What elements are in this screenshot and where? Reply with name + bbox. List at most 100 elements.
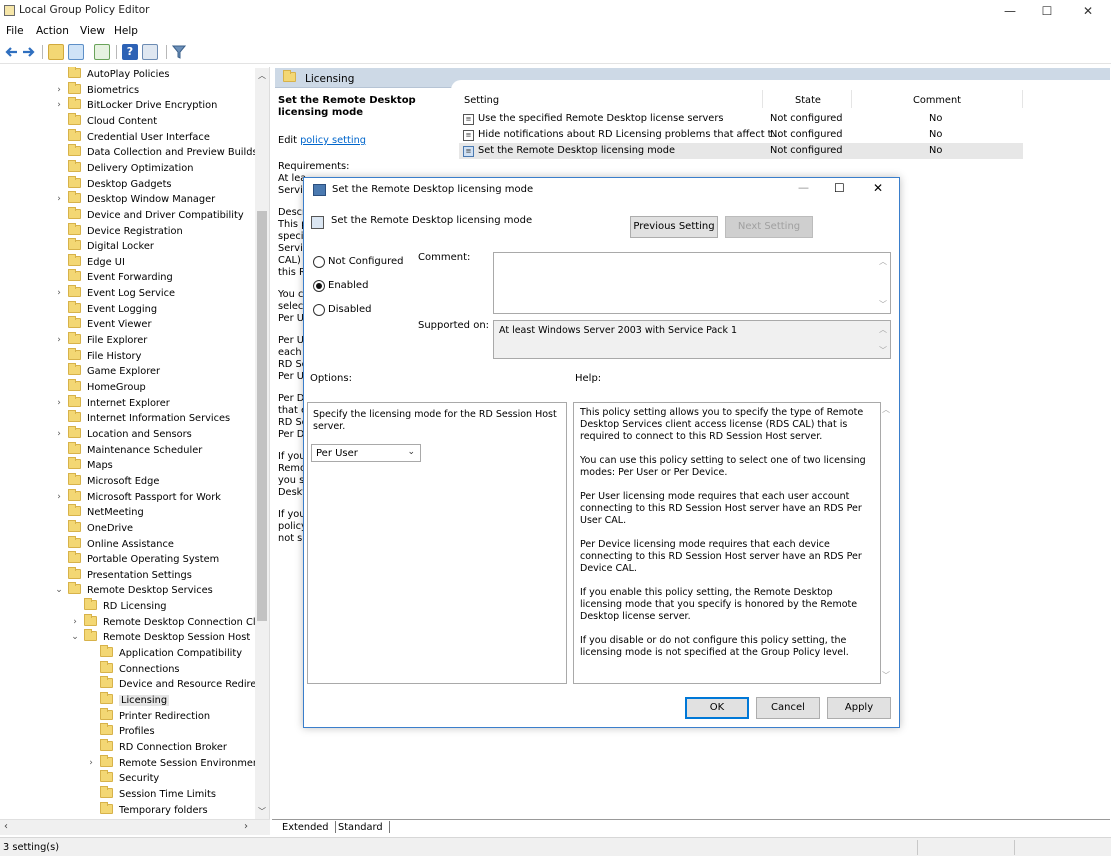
radio-disabled-label[interactable]: Disabled [328, 304, 371, 315]
minimize-button[interactable]: — [993, 0, 1027, 22]
scroll-up-arrow-icon[interactable]: ︿ [882, 404, 890, 415]
tree-item[interactable]: › Biometrics [57, 81, 139, 98]
tree-horizontal-scrollbar[interactable]: ‹ › [0, 819, 270, 835]
menu-action[interactable]: Action [36, 25, 69, 37]
tree-item[interactable]: › Event Log Service [57, 285, 175, 301]
tree-item[interactable]: Connections [100, 660, 180, 677]
collapse-arrow-icon[interactable]: ⌄ [54, 583, 64, 598]
tree-item[interactable]: Presentation Settings [68, 566, 192, 583]
tree-item[interactable]: RD Licensing [84, 598, 167, 614]
column-state[interactable]: State [795, 95, 821, 106]
tree-vertical-scrollbar[interactable]: ︿ ﹀ [255, 68, 269, 819]
dialog-maximize-button[interactable]: ☐ [834, 181, 845, 195]
tree-item[interactable]: › Remote Desktop Connection Clie [73, 613, 264, 630]
tree-item[interactable]: OneDrive [68, 519, 133, 536]
back-arrow-icon[interactable] [4, 46, 18, 58]
tree-item[interactable]: NetMeeting [68, 504, 144, 520]
scroll-right-arrow-icon[interactable]: › [244, 821, 248, 832]
tree-item[interactable]: RD Connection Broker [100, 738, 227, 755]
tree-item[interactable]: Event Logging [68, 300, 157, 317]
tree-item[interactable]: Edge UI [68, 253, 125, 270]
filter-icon[interactable] [172, 45, 186, 59]
cancel-button[interactable]: Cancel [756, 697, 820, 719]
expand-arrow-icon[interactable]: › [70, 615, 80, 630]
tree-item[interactable]: Temporary folders [100, 801, 208, 818]
tree-item[interactable]: › Remote Session Environment [89, 754, 263, 771]
tree-item[interactable]: Profiles [100, 723, 155, 739]
expand-arrow-icon[interactable]: › [54, 490, 64, 505]
tree-item[interactable]: Digital Locker [68, 238, 154, 254]
expand-arrow-icon[interactable]: › [54, 396, 64, 411]
tree-item[interactable]: › Internet Explorer [57, 394, 170, 411]
comment-textarea[interactable]: ︿ ﹀ [493, 252, 891, 314]
tree-item[interactable]: Data Collection and Preview Builds [68, 144, 258, 160]
menu-help[interactable]: Help [114, 25, 138, 37]
tree-item[interactable]: Internet Information Services [68, 410, 230, 426]
scroll-down-arrow-icon[interactable]: ﹀ [882, 670, 890, 681]
properties-icon[interactable] [142, 44, 158, 60]
tree-item[interactable]: Online Assistance [68, 535, 174, 552]
export-list-icon[interactable] [94, 44, 110, 60]
tree-item[interactable]: Device Registration [68, 222, 183, 239]
expand-arrow-icon[interactable]: › [54, 333, 64, 348]
help-icon[interactable]: ? [122, 44, 138, 60]
tree-item[interactable]: File History [68, 347, 141, 364]
scroll-down-arrow-icon[interactable]: ﹀ [879, 299, 887, 310]
tree-item[interactable]: Microsoft Edge [68, 472, 159, 489]
radio-not-configured-label[interactable]: Not Configured [328, 256, 404, 267]
tree-item[interactable]: Session Time Limits [100, 785, 216, 802]
expand-arrow-icon[interactable]: › [54, 98, 64, 113]
radio-enabled[interactable] [313, 280, 325, 292]
list-row-license-servers[interactable]: ≡ Use the specified Remote Desktop licen… [459, 111, 1023, 127]
scroll-down-arrow-icon[interactable]: ﹀ [258, 806, 266, 817]
tree-item[interactable]: Desktop Gadgets [68, 175, 172, 192]
tab-standard[interactable]: Standard [338, 821, 390, 833]
expand-arrow-icon[interactable]: › [86, 756, 96, 771]
ok-button[interactable]: OK [685, 697, 749, 719]
tree-item[interactable]: Game Explorer [68, 363, 160, 379]
radio-disabled[interactable] [313, 304, 325, 316]
column-comment[interactable]: Comment [913, 95, 961, 106]
tree-item[interactable]: Device and Resource Redirect [100, 676, 266, 692]
radio-enabled-label[interactable]: Enabled [328, 280, 368, 291]
tree-item[interactable]: ⌄ Remote Desktop Services [55, 582, 213, 598]
scroll-down-arrow-icon[interactable]: ﹀ [879, 345, 887, 356]
tree-item[interactable]: ⌄ Remote Desktop Session Host [71, 629, 250, 645]
tree-item[interactable]: Credential User Interface [68, 128, 210, 145]
tab-extended[interactable]: Extended [278, 821, 336, 833]
tree-item[interactable]: Maps [68, 457, 113, 473]
list-row-licensing-mode[interactable]: ≡ Set the Remote Desktop licensing mode … [459, 143, 1023, 159]
edit-policy-link[interactable]: policy setting [300, 135, 366, 146]
tree-item[interactable]: › Microsoft Passport for Work [57, 488, 221, 505]
dialog-close-button[interactable]: ✕ [873, 181, 883, 195]
collapse-arrow-icon[interactable]: ⌄ [70, 630, 80, 645]
list-row-hide-notifications[interactable]: ≡ Hide notifications about RD Licensing … [459, 127, 1023, 143]
tree-item[interactable]: › BitLocker Drive Encryption [57, 97, 217, 113]
tree-item[interactable]: › Desktop Window Manager [57, 191, 215, 207]
tree-item[interactable]: Security [100, 770, 159, 786]
tree-item[interactable]: Portable Operating System [68, 551, 219, 567]
previous-setting-button[interactable]: Previous Setting [630, 216, 718, 238]
show-hide-tree-icon[interactable] [68, 44, 84, 60]
expand-arrow-icon[interactable]: › [54, 83, 64, 98]
scroll-up-arrow-icon[interactable]: ︿ [258, 70, 266, 81]
tree-item[interactable]: Event Viewer [68, 316, 151, 332]
tree-item[interactable]: Printer Redirection [100, 707, 210, 724]
expand-arrow-icon[interactable]: › [54, 192, 64, 207]
scroll-thumb[interactable] [257, 211, 267, 621]
tree-item[interactable]: Cloud Content [68, 112, 157, 129]
tree-item[interactable]: Delivery Optimization [68, 159, 193, 176]
apply-button[interactable]: Apply [827, 697, 891, 719]
tree-item[interactable]: Licensing [100, 692, 170, 708]
radio-not-configured[interactable] [313, 256, 325, 268]
up-folder-icon[interactable] [48, 44, 64, 60]
menu-file[interactable]: File [6, 25, 24, 37]
tree-item[interactable]: › Location and Sensors [57, 425, 192, 442]
scroll-up-arrow-icon[interactable]: ︿ [879, 256, 887, 267]
expand-arrow-icon[interactable]: › [54, 286, 64, 301]
scroll-left-arrow-icon[interactable]: ‹ [4, 821, 8, 832]
tree-item[interactable]: Application Compatibility [100, 645, 242, 661]
scroll-up-arrow-icon[interactable]: ︿ [879, 324, 887, 335]
maximize-button[interactable]: ☐ [1030, 0, 1064, 22]
next-setting-button[interactable]: Next Setting [725, 216, 813, 238]
